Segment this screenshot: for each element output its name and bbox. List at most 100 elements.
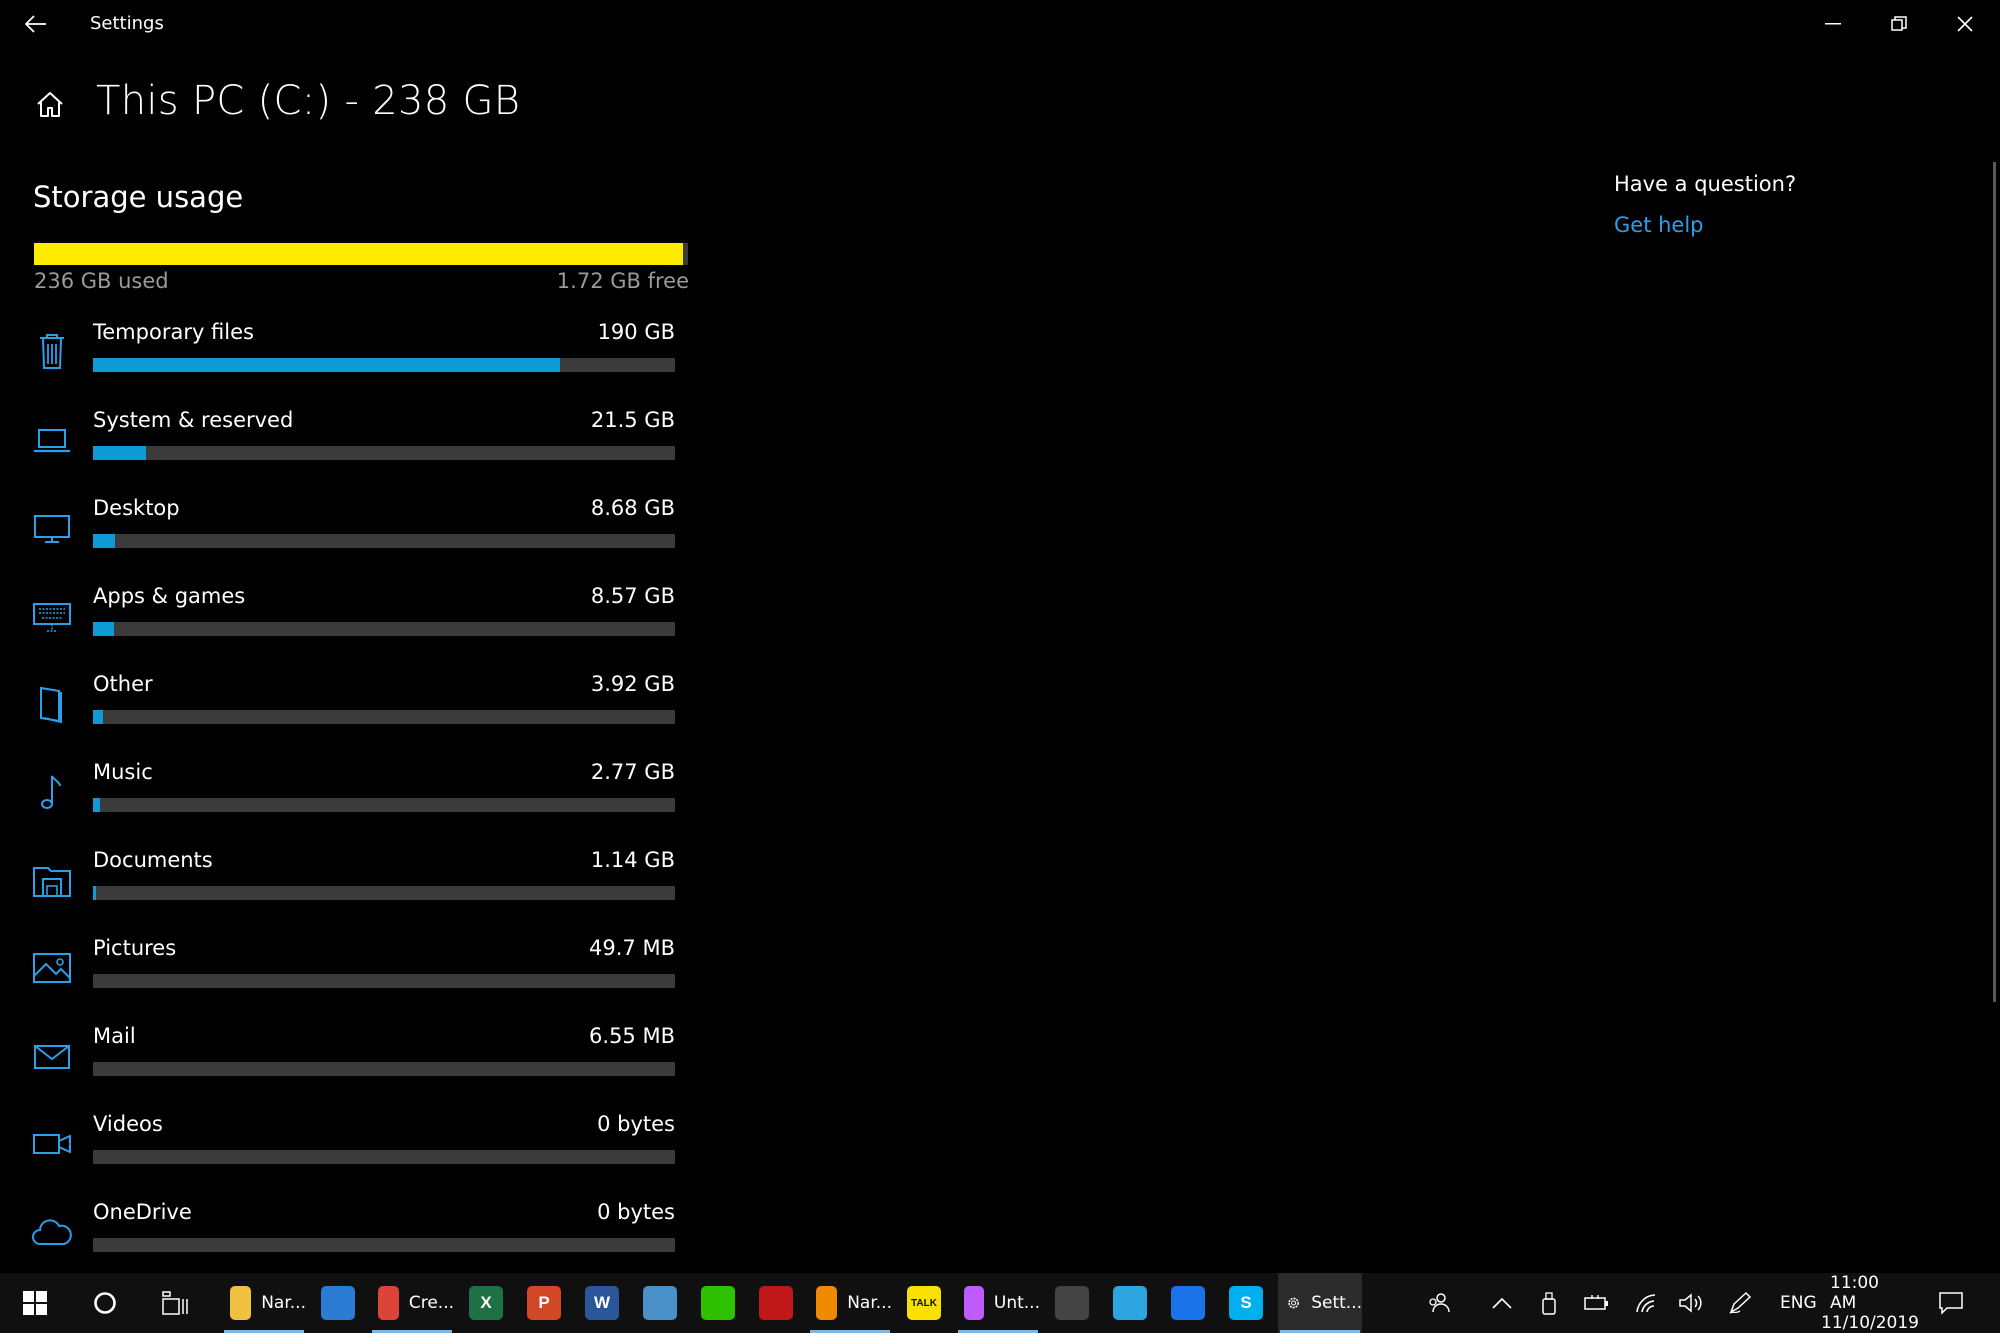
battery-tray-button[interactable] (1584, 1273, 1610, 1333)
home-icon (37, 92, 63, 117)
music-note-icon (30, 770, 74, 814)
category-bar-documents (93, 886, 675, 900)
storage-category-row[interactable]: Videos 0 bytes (30, 1112, 680, 1200)
category-bar-pictures (93, 974, 675, 988)
action-center-button[interactable] (1938, 1273, 1964, 1333)
taskbar-app-vlc[interactable]: Nar... (808, 1273, 892, 1333)
taskbar-app-chrome[interactable]: Cre... (370, 1273, 454, 1333)
storage-category-row[interactable]: Desktop 8.68 GB (30, 496, 680, 584)
taskbar-app-powerpoint[interactable]: P (518, 1273, 570, 1333)
close-button[interactable] (1932, 0, 1998, 48)
storage-usage-bar (34, 243, 688, 265)
category-name-system-reserved: System & reserved (93, 408, 294, 432)
category-size-temporary-files: 190 GB (597, 320, 675, 344)
get-help-link[interactable]: Get help (1614, 213, 1704, 237)
taskbar-app-telegram[interactable] (1104, 1273, 1156, 1333)
volume-icon (1679, 1293, 1702, 1313)
category-bar-temporary-files (93, 358, 675, 372)
used-space-label: 236 GB used (34, 269, 169, 293)
usb-tray-button[interactable] (1540, 1273, 1558, 1333)
free-space-label: 1.72 GB free (556, 269, 689, 293)
category-size-desktop: 8.68 GB (590, 496, 675, 520)
volume-tray-button[interactable] (1678, 1273, 1704, 1333)
windows-start-icon (23, 1291, 47, 1315)
powerpoint-icon: P (527, 1286, 561, 1320)
storage-category-row[interactable]: Apps & games 8.57 GB (30, 584, 680, 672)
storage-category-row[interactable]: Music 2.77 GB (30, 760, 680, 848)
taskbar: Nar... Cre... X P W Nar... TALK Unt... S Sett... … (0, 1273, 2000, 1333)
wifi-tray-button[interactable] (1634, 1273, 1658, 1333)
cortana-button[interactable] (86, 1273, 124, 1333)
security-shield-icon (1171, 1286, 1205, 1320)
minimize-button[interactable] (1800, 0, 1866, 48)
store-icon (321, 1286, 355, 1320)
excel-icon: X (469, 1286, 503, 1320)
file-explorer-icon (230, 1286, 252, 1320)
kakaotalk-icon: TALK (907, 1286, 941, 1320)
storage-category-row[interactable]: Documents 1.14 GB (30, 848, 680, 936)
taskbar-app-kakaotalk[interactable]: TALK (898, 1273, 950, 1333)
cortana-circle-icon (94, 1292, 116, 1314)
category-name-other: Other (93, 672, 153, 696)
category-bar-fill (93, 358, 561, 372)
documents-icon (30, 858, 74, 902)
storage-category-row[interactable]: Mail 6.55 MB (30, 1024, 680, 1112)
taskbar-app-calculator[interactable] (1046, 1273, 1098, 1333)
language-indicator[interactable]: ENG (1780, 1273, 1817, 1333)
skype-icon: S (1229, 1286, 1263, 1320)
category-bar-onedrive (93, 1238, 675, 1252)
taskbar-app-label: Sett... (1311, 1293, 1362, 1313)
picture-icon (30, 946, 74, 990)
clock[interactable]: 11:00 AM 11/10/2019 (1821, 1273, 1919, 1333)
usb-drive-icon (1542, 1292, 1556, 1315)
taskbar-app-excel[interactable]: X (460, 1273, 512, 1333)
taskbar-app-file-explorer[interactable]: Nar... (222, 1273, 306, 1333)
category-name-mail: Mail (93, 1024, 136, 1048)
taskbar-app-skype[interactable]: S (1220, 1273, 1272, 1333)
taskbar-app-security-shield[interactable] (1162, 1273, 1214, 1333)
cloud-icon (30, 1210, 74, 1254)
storage-category-row[interactable]: Other 3.92 GB (30, 672, 680, 760)
category-bar-mail (93, 1062, 675, 1076)
chevron-up-icon (1492, 1297, 1512, 1309)
restore-button[interactable] (1866, 0, 1932, 48)
storage-usage-fill (34, 243, 683, 265)
storage-category-row[interactable]: Temporary files 190 GB (30, 320, 680, 408)
taskbar-app-word[interactable]: W (576, 1273, 628, 1333)
category-bar-fill (93, 710, 103, 724)
scrollbar[interactable] (1993, 162, 1996, 1002)
show-hidden-icons-button[interactable] (1492, 1273, 1512, 1333)
settings-gear-icon (1288, 1297, 1299, 1309)
video-camera-icon (30, 1122, 74, 1166)
home-button[interactable] (32, 86, 68, 122)
taskbar-app-settings-gear[interactable]: Sett... (1278, 1273, 1362, 1333)
storage-category-row[interactable]: System & reserved 21.5 GB (30, 408, 680, 496)
task-view-button[interactable] (156, 1273, 194, 1333)
category-name-onedrive: OneDrive (93, 1200, 192, 1224)
taskbar-app-wechat[interactable] (692, 1273, 744, 1333)
people-button[interactable] (1428, 1273, 1452, 1333)
category-size-system-reserved: 21.5 GB (590, 408, 675, 432)
storage-category-row[interactable]: Pictures 49.7 MB (30, 936, 680, 1024)
battery-icon (1584, 1295, 1608, 1310)
category-size-videos: 0 bytes (597, 1112, 675, 1136)
taskbar-app-water-drop[interactable] (634, 1273, 686, 1333)
pen-icon (1729, 1291, 1752, 1314)
taskbar-app-mcafee[interactable] (750, 1273, 802, 1333)
category-size-other: 3.92 GB (590, 672, 675, 696)
vlc-icon (816, 1286, 838, 1320)
back-button[interactable] (18, 6, 54, 42)
category-size-mail: 6.55 MB (589, 1024, 675, 1048)
clock-time: 11:00 AM (1830, 1273, 1879, 1313)
start-button[interactable] (16, 1273, 54, 1333)
trash-icon (30, 330, 74, 374)
task-view-icon (162, 1291, 188, 1315)
pen-tray-button[interactable] (1728, 1273, 1754, 1333)
taskbar-app-store[interactable] (312, 1273, 364, 1333)
category-bar-music (93, 798, 675, 812)
category-name-documents: Documents (93, 848, 213, 872)
calculator-icon (1055, 1286, 1089, 1320)
window-title: Settings (90, 13, 164, 34)
taskbar-app-paint3d[interactable]: Unt... (956, 1273, 1040, 1333)
category-size-pictures: 49.7 MB (589, 936, 675, 960)
